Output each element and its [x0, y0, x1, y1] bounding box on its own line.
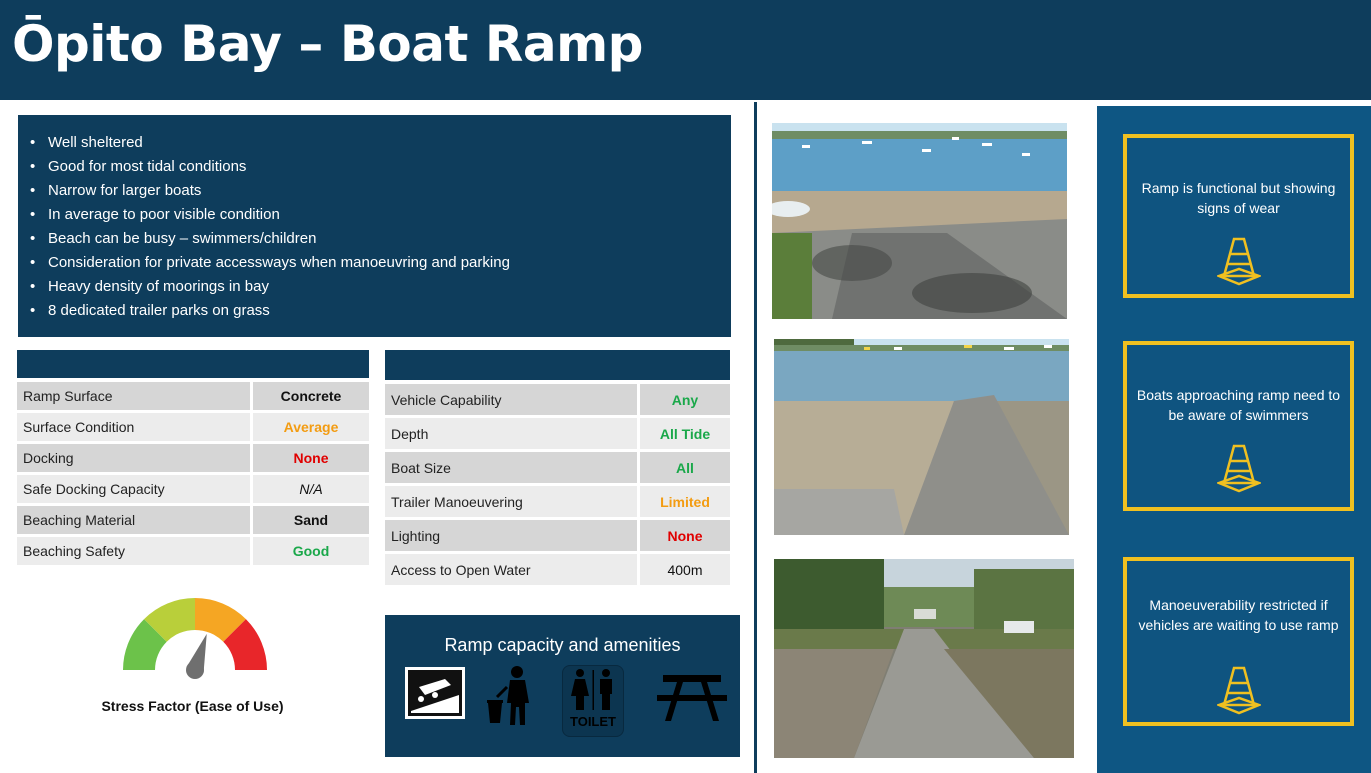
row-label: Beaching Material [17, 506, 250, 534]
gauge-needle-icon [186, 633, 207, 679]
row-label: Depth [385, 418, 637, 449]
traffic-cone-icon [1216, 444, 1261, 493]
note-box: Ramp is functional but showing signs of … [1123, 134, 1354, 298]
ramp-photo-1 [772, 123, 1067, 319]
row-label: Vehicle Capability [385, 384, 637, 415]
list-item: In average to poor visible condition [30, 203, 721, 227]
stress-factor-label: Stress Factor (Ease of Use) [101, 698, 284, 714]
ramp-photo-3 [774, 559, 1074, 758]
table-row: Depth All Tide [385, 418, 730, 449]
row-value: N/A [250, 475, 369, 503]
list-item: Beach can be busy – swimmers/children [30, 227, 721, 251]
toilet-icon: TOILET [562, 665, 624, 737]
list-item: 8 dedicated trailer parks on grass [30, 299, 721, 323]
row-value: Good [250, 537, 369, 565]
table-right-header [385, 350, 730, 380]
row-value: None [637, 520, 730, 551]
row-value: All [637, 452, 730, 483]
row-label: Safe Docking Capacity [17, 475, 250, 503]
row-value: Average [250, 413, 369, 441]
row-label: Access to Open Water [385, 554, 637, 585]
table-row: Access to Open Water 400m [385, 554, 730, 585]
list-item: Consideration for private accessways whe… [30, 251, 721, 275]
row-value: None [250, 444, 369, 472]
amenities-caption: Ramp capacity and amenities [444, 635, 681, 655]
row-value: Sand [250, 506, 369, 534]
note-box: Boats approaching ramp need to be aware … [1123, 341, 1354, 511]
rubbish-bin-icon [487, 666, 529, 725]
table-row: Vehicle Capability Any [385, 384, 730, 415]
column-divider [754, 102, 757, 773]
row-value: All Tide [637, 418, 730, 449]
picnic-table-icon [657, 675, 727, 721]
page-title: Ōpito Bay – Boat Ramp [12, 15, 643, 73]
row-value: 400m [637, 554, 730, 585]
boat-ramp-icon [405, 667, 465, 719]
table-row: Boat Size All [385, 452, 730, 483]
table-row: Ramp Surface Concrete [17, 382, 369, 410]
row-value: Any [637, 384, 730, 415]
note-box: Manoeuverability restricted if vehicles … [1123, 557, 1354, 726]
features-list: Well sheltered Good for most tidal condi… [30, 131, 721, 323]
toilet-label: TOILET [570, 714, 616, 729]
row-value: Limited [637, 486, 730, 517]
list-item: Narrow for larger boats [30, 179, 721, 203]
features-panel: Well sheltered Good for most tidal condi… [18, 115, 731, 337]
traffic-cone-icon [1216, 666, 1261, 715]
stress-gauge [123, 598, 267, 679]
note-text: Boats approaching ramp need to be aware … [1136, 387, 1341, 423]
table-row: Lighting None [385, 520, 730, 551]
row-label: Boat Size [385, 452, 637, 483]
note-text: Ramp is functional but showing signs of … [1141, 180, 1336, 216]
table-row: Surface Condition Average [17, 413, 369, 441]
row-label: Docking [17, 444, 250, 472]
row-label: Lighting [385, 520, 637, 551]
row-label: Surface Condition [17, 413, 250, 441]
table-row: Safe Docking Capacity N/A [17, 475, 369, 503]
traffic-cone-icon [1216, 237, 1261, 286]
ramp-surface-table: Ramp Surface Concrete Surface Condition Ave… [17, 379, 369, 568]
note-text: Manoeuverability restricted if vehicles … [1138, 597, 1339, 633]
row-label: Trailer Manoeuvering [385, 486, 637, 517]
table-row: Beaching Safety Good [17, 537, 369, 565]
table-left-header [17, 350, 369, 378]
table-row: Trailer Manoeuvering Limited [385, 486, 730, 517]
list-item: Good for most tidal conditions [30, 155, 721, 179]
vehicle-access-table: Vehicle Capability Any Depth All Tide Boat S… [385, 381, 730, 588]
table-row: Docking None [17, 444, 369, 472]
amenities-panel: Ramp capacity and amenities TOILET [385, 615, 740, 757]
list-item: Well sheltered [30, 131, 721, 155]
row-label: Beaching Safety [17, 537, 250, 565]
row-label: Ramp Surface [17, 382, 250, 410]
list-item: Heavy density of moorings in bay [30, 275, 721, 299]
ramp-photo-2 [774, 339, 1069, 535]
title-bar: Ōpito Bay – Boat Ramp [0, 0, 1371, 100]
row-value: Concrete [250, 382, 369, 410]
table-row: Beaching Material Sand [17, 506, 369, 534]
